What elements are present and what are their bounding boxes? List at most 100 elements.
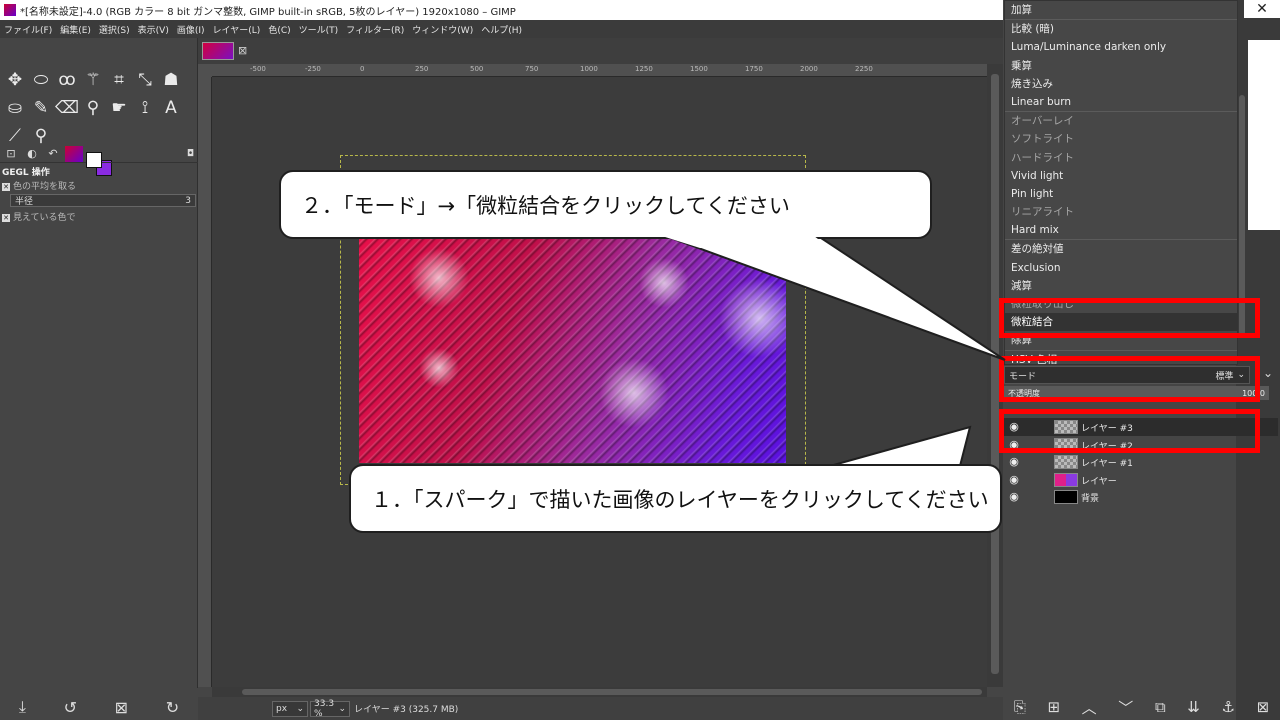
layer-row[interactable]: ◉ レイヤー #1: [1004, 453, 1278, 471]
mode-options-chevron-icon[interactable]: ⌄: [1258, 366, 1278, 384]
ruler-tick-label: 250: [415, 65, 429, 73]
mode-menu-item[interactable]: Hard mix: [1005, 221, 1237, 239]
layer-row[interactable]: ◉ 背景: [1004, 488, 1278, 506]
ruler-tick-label: -250: [305, 65, 321, 73]
menu-item[interactable]: ウィンドウ(W): [412, 23, 473, 36]
image-tab-thumbnail[interactable]: [202, 42, 234, 60]
layer-row[interactable]: ◉ レイヤー: [1004, 471, 1278, 489]
mode-menu-item[interactable]: Vivid light: [1005, 167, 1237, 185]
mode-menu-item[interactable]: 減算: [1005, 277, 1237, 295]
horizontal-scrollbar[interactable]: [212, 687, 987, 697]
menu-item[interactable]: ツール(T): [299, 23, 339, 36]
chevron-down-icon: ⌄: [296, 703, 304, 714]
close-icon: ✕: [1256, 1, 1268, 17]
smudge-tool-icon[interactable]: ☛: [106, 95, 132, 121]
toolbox-bottom-bar: ⤓ ↺ ⊠ ↻: [0, 694, 198, 720]
mode-menu-item[interactable]: Pin light: [1005, 185, 1237, 203]
status-bar: px ⌄ 33.3 % ⌄ レイヤー #3 (325.7 MB): [198, 697, 1003, 720]
mode-menu-item[interactable]: オーバーレイ: [1005, 112, 1237, 130]
mode-menu-item[interactable]: リニアライト: [1005, 203, 1237, 221]
ruler-tick-label: 1250: [635, 65, 653, 73]
mode-menu-item[interactable]: ハードライト: [1005, 149, 1237, 167]
ruler-tick-label: 1750: [745, 65, 763, 73]
delete-layer-icon[interactable]: ⊠: [1257, 698, 1270, 716]
eye-icon[interactable]: ◉: [1006, 455, 1022, 468]
window-close-button[interactable]: ✕: [1244, 0, 1280, 18]
merge-down-icon[interactable]: ⇊: [1187, 698, 1200, 716]
foreground-color-swatch[interactable]: [86, 152, 102, 168]
ruler-tick-label: -500: [250, 65, 266, 73]
mode-menu-item[interactable]: Luma/Luminance darken only: [1005, 38, 1237, 56]
unit-select[interactable]: px ⌄: [272, 700, 308, 717]
reset-options-icon[interactable]: ↻: [166, 698, 179, 717]
menu-item[interactable]: フィルター(R): [346, 23, 404, 36]
tool-grid: ✥ ⬭ ꝏ ⚚ ⌗ ⤡ ☗ ⛀ ✎ ⌫ ⚲ ☛ ⟟ A ⟋ ⚲: [2, 66, 198, 150]
menubar: ファイル(F) 編集(E) 選択(S) 表示(V) 画像(I) レイヤー(L) 色(C) ツー…: [0, 20, 1003, 38]
vertical-ruler[interactable]: [198, 77, 212, 687]
callout-step1: １．「スパーク」で描いた画像のレイヤーをクリックしてください: [349, 464, 1002, 533]
delete-options-icon[interactable]: ⊠: [115, 698, 128, 717]
tool-options-tab-icon[interactable]: ⊡: [2, 146, 20, 162]
checkbox-icon[interactable]: ✕: [2, 214, 10, 222]
mode-menu-item[interactable]: ソフトライト: [1005, 130, 1237, 148]
fuzzy-select-icon[interactable]: ⚚: [80, 67, 106, 93]
lower-layer-icon[interactable]: ﹀: [1118, 697, 1133, 718]
new-layer-icon[interactable]: ⎘: [1014, 698, 1026, 716]
restore-options-icon[interactable]: ↺: [64, 698, 77, 717]
device-status-tab-icon[interactable]: ◐: [23, 146, 41, 162]
ruler-tick-label: 1500: [690, 65, 708, 73]
warp-tool-icon[interactable]: ☗: [158, 67, 184, 93]
raise-layer-icon[interactable]: ︿: [1082, 697, 1097, 718]
zoom-select[interactable]: 33.3 % ⌄: [310, 699, 350, 719]
menu-item[interactable]: レイヤー(L): [213, 23, 261, 36]
highlight-layer-3: [999, 409, 1260, 453]
eraser-icon[interactable]: ⌫: [54, 95, 80, 121]
mode-menu-item[interactable]: 加算: [1005, 1, 1237, 19]
radius-field[interactable]: 半径 3: [10, 194, 196, 207]
menu-item[interactable]: 画像(I): [177, 23, 205, 36]
mode-menu-item[interactable]: 比較 (暗): [1005, 20, 1237, 38]
clone-tool-icon[interactable]: ⚲: [80, 95, 106, 121]
right-dock-preview: [1248, 40, 1280, 230]
eye-icon[interactable]: ◉: [1006, 473, 1022, 486]
mode-menu-item[interactable]: 焼き込み: [1005, 75, 1237, 93]
move-tool-icon[interactable]: ✥: [2, 67, 28, 93]
crop-tool-icon[interactable]: ⌗: [106, 67, 132, 93]
text-tool-icon[interactable]: A: [158, 95, 184, 121]
window-title: *[名称未設定]-4.0 (RGB カラー 8 bit ガンマ整数, GIMP …: [20, 6, 516, 18]
layers-bottom-bar: ⎘ ⊞ ︿ ﹀ ⧉ ⇊ ⚓ ⊠: [1003, 694, 1280, 720]
mode-menu-item[interactable]: 乗算: [1005, 57, 1237, 75]
anchor-layer-icon[interactable]: ⚓: [1221, 698, 1234, 716]
mode-menu-item[interactable]: Exclusion: [1005, 259, 1237, 277]
menu-item[interactable]: ヘルプ(H): [481, 23, 522, 36]
images-tab-icon[interactable]: [65, 145, 83, 162]
menu-item[interactable]: 色(C): [268, 23, 290, 36]
save-options-icon[interactable]: ⤓: [19, 697, 26, 717]
ellipse-select-icon[interactable]: ⬭: [28, 67, 54, 93]
close-tab-icon[interactable]: ⊠: [238, 44, 247, 57]
menu-item[interactable]: 選択(S): [99, 23, 130, 36]
free-select-icon[interactable]: ꝏ: [54, 67, 80, 93]
sample-merged-option[interactable]: ✕ 見えている色で: [2, 210, 196, 223]
paths-tool-icon[interactable]: ⟟: [132, 95, 158, 121]
menu-item[interactable]: 編集(E): [60, 23, 91, 36]
menu-item[interactable]: ファイル(F): [4, 23, 52, 36]
horizontal-ruler[interactable]: -500 -250 0 250 500 750 1000 1250 1500 1750 2000 22…: [212, 64, 987, 77]
layer-thumbnail: [1054, 472, 1078, 487]
new-layer-group-icon[interactable]: ⊞: [1047, 698, 1060, 716]
undo-history-tab-icon[interactable]: ↶: [44, 146, 62, 162]
layer-thumbnail: [1054, 490, 1078, 504]
mode-menu-item[interactable]: Linear burn: [1005, 93, 1237, 111]
eye-icon[interactable]: ◉: [1006, 490, 1022, 503]
menu-item[interactable]: 表示(V): [138, 23, 169, 36]
image-canvas[interactable]: [359, 238, 786, 463]
sample-average-option[interactable]: ✕ 色の平均を取る: [2, 179, 196, 192]
highlight-mode-select: [999, 356, 1260, 402]
transform-tool-icon[interactable]: ⤡: [132, 67, 158, 93]
bucket-fill-icon[interactable]: ⛀: [2, 95, 28, 121]
mode-menu-item[interactable]: 差の絶対値: [1005, 240, 1237, 258]
checkbox-icon[interactable]: ✕: [2, 183, 10, 191]
paintbrush-icon[interactable]: ✎: [28, 95, 54, 121]
duplicate-layer-icon[interactable]: ⧉: [1155, 698, 1166, 716]
tab-menu-icon[interactable]: ◘: [187, 149, 194, 159]
